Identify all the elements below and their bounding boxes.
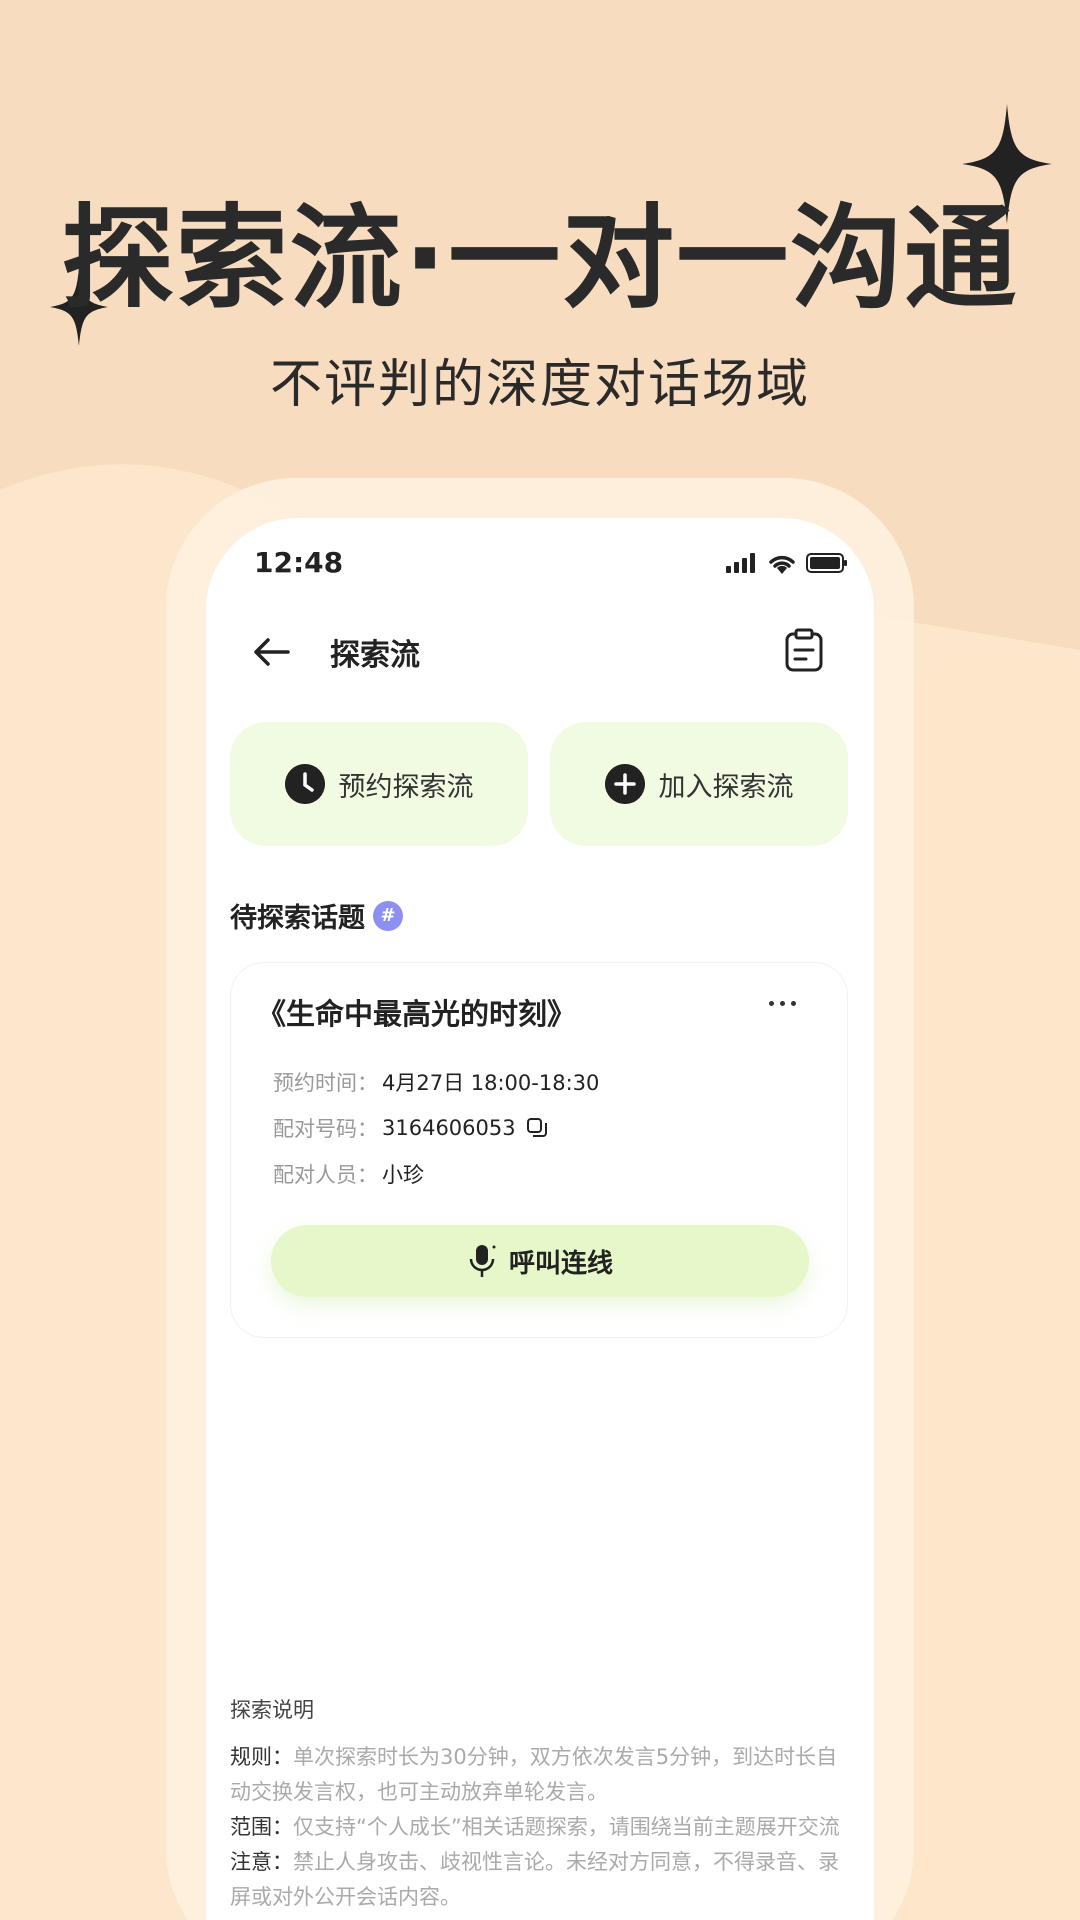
- code-key: 配对号码：: [273, 1117, 378, 1141]
- topic-card: 《生命中最高光的时刻》 预约时间： 4月27日 18:00-18:30 配对号码…: [230, 962, 848, 1338]
- instructions: 探索说明 规则：单次探索时长为30分钟，双方依次发言5分钟，到达时长自动交换发言…: [230, 1694, 850, 1915]
- copy-icon[interactable]: [526, 1117, 548, 1139]
- instructions-title: 探索说明: [230, 1698, 314, 1722]
- status-time: 12:48: [254, 546, 344, 579]
- person-key: 配对人员：: [273, 1163, 378, 1187]
- pair-person-row: 配对人员： 小珍: [273, 1159, 424, 1189]
- microphone-icon: [469, 1245, 496, 1277]
- reserve-button[interactable]: 预约探索流: [230, 722, 528, 846]
- rule-text: 规则：单次探索时长为30分钟，双方依次发言5分钟，到达时长自动交换发言权，也可主…: [230, 1745, 838, 1804]
- reserve-time-row: 预约时间： 4月27日 18:00-18:30: [273, 1067, 599, 1097]
- call-button[interactable]: 呼叫连线: [271, 1225, 809, 1297]
- status-bar: 12:48: [206, 544, 874, 594]
- back-arrow-icon[interactable]: [250, 630, 294, 674]
- caution-text: 注意：禁止人身攻击、歧视性言论。未经对方同意，不得录音、录屏或对外公开会话内容。: [230, 1850, 839, 1909]
- battery-icon: [806, 553, 847, 573]
- promo-subheadline: 不评判的深度对话场域: [269, 355, 810, 415]
- time-value: 4月27日 18:00-18:30: [382, 1071, 600, 1095]
- call-label: 呼叫连线: [508, 1248, 613, 1279]
- reserve-label: 预约探索流: [338, 771, 474, 803]
- topic-title: 《生命中最高光的时刻》: [257, 997, 577, 1031]
- wifi-icon: [769, 555, 795, 574]
- join-button[interactable]: 加入探索流: [550, 722, 848, 846]
- pair-code-row: 配对号码： 3164606053: [273, 1113, 548, 1143]
- time-key: 预约时间：: [273, 1071, 378, 1095]
- promo-headline: 探索流·一对一沟通: [61, 194, 1019, 324]
- nav-bar: 探索流: [206, 618, 874, 688]
- phone-screen: 12:48 探索流 预约探索流 加入探索流 待探索话题 # 《生命中最高光的时刻…: [206, 518, 874, 1920]
- code-value: 3164606053: [382, 1116, 516, 1140]
- clipboard-icon[interactable]: [784, 628, 824, 672]
- scope-text: 范围：仅支持“个人成长”相关话题探索，请围绕当前主题展开交流: [230, 1815, 840, 1839]
- plus-circle-icon: [604, 764, 645, 804]
- section-title-text: 待探索话题: [230, 903, 365, 934]
- page-title: 探索流: [330, 638, 420, 673]
- join-label: 加入探索流: [658, 771, 794, 803]
- hash-badge: #: [373, 900, 403, 931]
- person-value: 小珍: [382, 1163, 424, 1187]
- more-options-icon[interactable]: [769, 1001, 809, 1013]
- signal-icon: [726, 553, 755, 573]
- section-title: 待探索话题 #: [230, 896, 403, 935]
- clock-icon: [284, 764, 325, 804]
